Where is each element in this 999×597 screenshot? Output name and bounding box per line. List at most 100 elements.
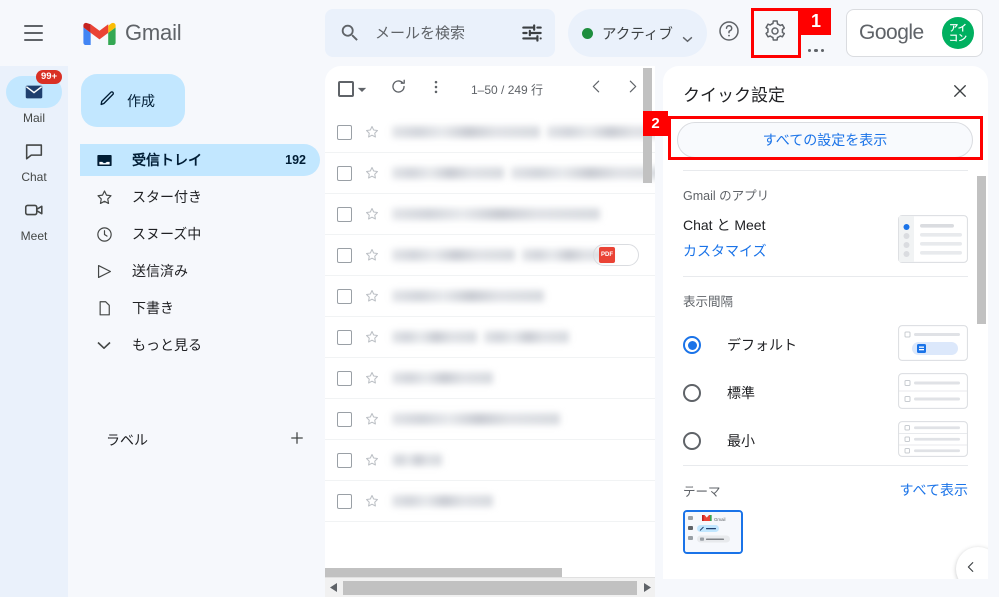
quick-settings-scrollbar[interactable] [977, 176, 986, 576]
redacted-text [392, 372, 493, 384]
horizontal-scrollbar-thumb[interactable] [343, 580, 637, 595]
scroll-left-arrow-icon[interactable] [325, 578, 342, 597]
scroll-right-arrow-icon[interactable] [638, 578, 655, 597]
star-icon[interactable] [364, 370, 380, 386]
rail-item-mail[interactable]: 99+ Mail [4, 70, 64, 125]
sidebar-item-snoozed[interactable]: スヌーズ中 [80, 218, 320, 250]
star-icon[interactable] [364, 165, 380, 181]
row-checkbox[interactable] [337, 165, 352, 181]
rail-item-chat[interactable]: Chat [4, 135, 64, 184]
avatar[interactable]: アイ コン [942, 17, 974, 49]
gmail-logo-icon [83, 21, 116, 46]
star-icon[interactable] [364, 247, 380, 263]
mail-row[interactable] [325, 399, 655, 440]
radio-default-icon[interactable] [683, 336, 701, 354]
select-all-control[interactable] [335, 80, 367, 98]
chevron-down-icon[interactable] [357, 80, 367, 98]
customize-link[interactable]: カスタマイズ [683, 241, 767, 261]
see-all-settings-button[interactable]: すべての設定を表示 [677, 122, 973, 158]
refresh-icon [389, 77, 408, 101]
inner-scroll-indicator [325, 568, 562, 577]
mail-toolbar: 1–50 / 249 行 [325, 66, 655, 112]
row-checkbox[interactable] [337, 452, 352, 468]
view-all-themes-link[interactable]: すべて表示 [900, 480, 968, 500]
checkbox-icon[interactable] [338, 81, 354, 97]
star-icon[interactable] [364, 411, 380, 427]
compose-button[interactable]: 作成 [81, 74, 185, 127]
rail-item-meet[interactable]: Meet [4, 194, 64, 243]
plus-icon[interactable] [288, 429, 306, 452]
mail-row[interactable] [325, 112, 655, 153]
star-icon[interactable] [364, 288, 380, 304]
chevron-down-icon [682, 30, 693, 42]
row-content-redacted [392, 495, 493, 507]
mail-row[interactable]: PDF [325, 235, 655, 276]
status-dot-icon [582, 27, 593, 39]
main-menu-icon[interactable] [9, 9, 57, 57]
theme-thumbnail-selected[interactable]: Gmail [683, 510, 743, 554]
sidebar-label-inbox: 受信トレイ [132, 152, 202, 168]
redacted-text [392, 208, 600, 220]
horizontal-scrollbar[interactable] [325, 577, 655, 597]
gmail-brand[interactable]: Gmail [83, 20, 182, 46]
mail-row[interactable] [325, 317, 655, 358]
theme-section-header: テーマ すべて表示 [663, 466, 988, 510]
chevron-right-icon [624, 78, 641, 100]
quick-settings-scrollbar-thumb[interactable] [977, 176, 986, 324]
search-bar[interactable] [325, 9, 555, 57]
star-icon[interactable] [364, 124, 380, 140]
density-option-comfortable[interactable]: 標準 [663, 369, 988, 417]
app-grid-icon [807, 48, 825, 52]
row-checkbox[interactable] [337, 411, 352, 427]
row-checkbox[interactable] [337, 206, 352, 222]
row-content-redacted [392, 413, 560, 425]
mail-list-scrollbar[interactable] [643, 68, 652, 526]
annotation-badge-2: 2 [643, 111, 668, 136]
sidebar-item-starred[interactable]: スター付き [80, 181, 320, 213]
star-icon[interactable] [364, 493, 380, 509]
chevron-down-icon [94, 335, 114, 355]
row-checkbox[interactable] [337, 329, 352, 345]
gmail-apps-heading: Gmail のアプリ [683, 189, 770, 203]
row-checkbox[interactable] [337, 370, 352, 386]
search-filter-icon[interactable] [519, 20, 545, 46]
row-checkbox[interactable] [337, 247, 352, 263]
row-checkbox[interactable] [337, 124, 352, 140]
chat-meet-row: Chat と Meet カスタマイズ [683, 215, 968, 268]
attachment-chip[interactable]: PDF [593, 244, 639, 266]
more-options-button[interactable] [419, 72, 453, 106]
radio-comfortable-icon[interactable] [683, 384, 701, 402]
row-checkbox[interactable] [337, 288, 352, 304]
mail-row[interactable] [325, 481, 655, 522]
settings-button[interactable] [755, 13, 795, 53]
density-label-compact: 最小 [727, 433, 755, 449]
sidebar-item-sent[interactable]: 送信済み [80, 255, 320, 287]
density-heading: 表示間隔 [683, 295, 734, 309]
sidebar-item-more[interactable]: もっと見る [80, 329, 320, 361]
search-input[interactable] [373, 23, 495, 43]
close-button[interactable] [942, 75, 978, 111]
density-option-compact[interactable]: 最小 [663, 417, 988, 465]
refresh-button[interactable] [381, 72, 415, 106]
mail-row[interactable] [325, 153, 655, 194]
sidebar-item-inbox[interactable]: 受信トレイ 192 [80, 144, 320, 176]
radio-compact-icon[interactable] [683, 432, 701, 450]
mail-row[interactable] [325, 358, 655, 399]
sidebar-item-drafts[interactable]: 下書き [80, 292, 320, 324]
previous-page-button[interactable] [579, 72, 613, 106]
row-checkbox[interactable] [337, 493, 352, 509]
mail-row[interactable] [325, 276, 655, 317]
help-button[interactable] [709, 13, 749, 53]
mail-row[interactable] [325, 440, 655, 481]
redacted-text [511, 167, 655, 179]
star-icon[interactable] [364, 452, 380, 468]
mail-row[interactable] [325, 194, 655, 235]
star-icon[interactable] [364, 206, 380, 222]
density-option-default[interactable]: デフォルト [663, 321, 988, 369]
gmail-apps-section: Gmail のアプリ Chat と Meet カスタマイズ [663, 171, 988, 276]
google-account-button[interactable]: Google アイ コン [846, 9, 983, 57]
row-content-redacted [392, 372, 493, 384]
row-content-redacted [392, 454, 442, 466]
status-dropdown[interactable]: アクティブ [568, 9, 707, 57]
star-icon[interactable] [364, 329, 380, 345]
